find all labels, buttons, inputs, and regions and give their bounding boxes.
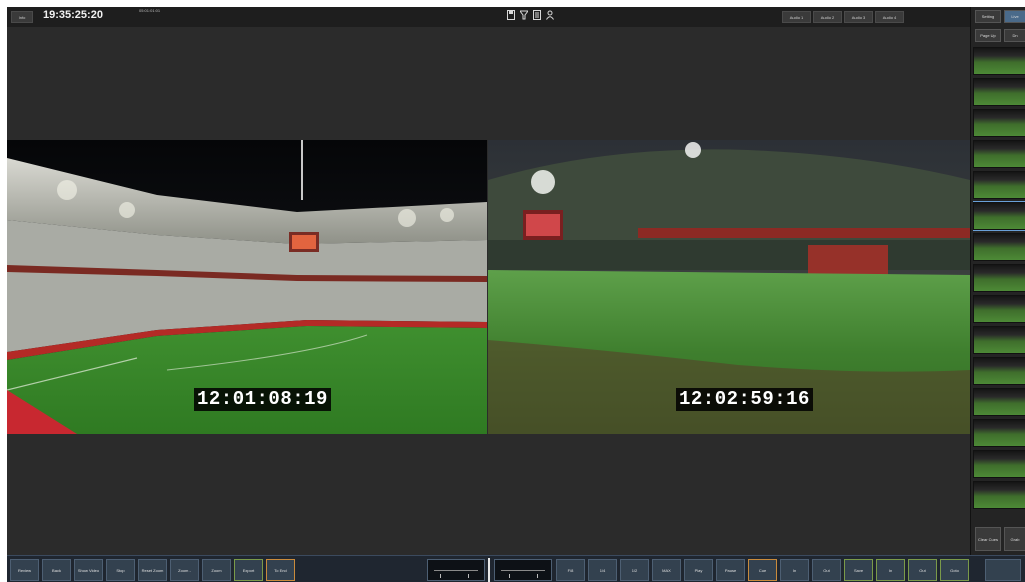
audio-1-button[interactable]: Audio 1 [782, 11, 811, 23]
save-clip-button[interactable]: Save [844, 559, 873, 581]
audio-4-button[interactable]: Audio 4 [875, 11, 904, 23]
clip-thumbnail[interactable] [973, 201, 1025, 231]
system-clock: 19:35:25:20 [43, 9, 103, 21]
speed-f8-button[interactable]: F/8 [556, 559, 585, 581]
jog-shuttle-right[interactable] [494, 559, 552, 581]
filter-icon[interactable] [519, 10, 529, 21]
reset-zoom-button[interactable]: Reset Zoom [138, 559, 167, 581]
audio-button-group: Audio 1 Audio 2 Audio 3 Audio 4 [782, 11, 904, 23]
page-up-button[interactable]: Page Up [975, 29, 1001, 42]
letterbox-top [7, 27, 970, 140]
speed-half-button[interactable]: 1/2 [620, 559, 649, 581]
clip-panel: Setting Live Page Up Dn Clear Cues Grab [970, 7, 1025, 555]
clip-thumbnail[interactable] [973, 326, 1025, 354]
clip-thumbnail[interactable] [973, 388, 1025, 416]
clip-thumbnail-list [973, 47, 1025, 517]
zoom-in-button[interactable]: Zoom [202, 559, 231, 581]
out-button[interactable]: Out [812, 559, 841, 581]
clip-thumbnail[interactable] [973, 140, 1025, 168]
clip-thumbnail[interactable] [973, 450, 1025, 478]
review-button[interactable]: Review [10, 559, 39, 581]
setting-button[interactable]: Setting [975, 10, 1001, 23]
clip-thumbnail[interactable] [973, 295, 1025, 323]
grab-button[interactable]: Grab [1004, 527, 1025, 551]
clip-thumbnail[interactable] [973, 481, 1025, 509]
jog-separator [488, 558, 490, 582]
page-down-button[interactable]: Dn [1004, 29, 1025, 42]
camera-view-right[interactable]: 12:02:59:16 [488, 140, 970, 434]
clip-thumbnail[interactable] [973, 47, 1025, 75]
clip-thumbnail[interactable] [973, 233, 1025, 261]
export-button[interactable]: Export [234, 559, 263, 581]
jog-scale [501, 570, 545, 571]
camera-view-left[interactable]: 12:01:08:19 [7, 140, 487, 434]
in-button[interactable]: In [780, 559, 809, 581]
clip-thumbnail[interactable] [973, 264, 1025, 292]
jog-scale [434, 570, 478, 571]
pause-button[interactable]: Pause [716, 559, 745, 581]
speed-quarter-button[interactable]: 1/4 [588, 559, 617, 581]
stop-button[interactable]: Stop [106, 559, 135, 581]
clip-thumbnail[interactable] [973, 78, 1025, 106]
center-icon-group [507, 10, 554, 21]
jog-tick [468, 574, 469, 578]
play-button[interactable]: Play [684, 559, 713, 581]
jog-tick [440, 574, 441, 578]
clip-thumbnail[interactable] [973, 419, 1025, 447]
to-end-button[interactable]: To End [266, 559, 295, 581]
letterbox-bottom [7, 434, 970, 555]
right-timecode: 12:02:59:16 [676, 388, 813, 411]
save-icon[interactable] [507, 10, 515, 21]
audio-2-button[interactable]: Audio 2 [813, 11, 842, 23]
replay-app: Info 19:35:25:20 05:01:01:01 Audio 1 Aud… [7, 7, 1025, 582]
jog-tick [509, 574, 510, 578]
show-video-button[interactable]: Show Video [74, 559, 103, 581]
clip-thumbnail[interactable] [973, 109, 1025, 137]
live-tab[interactable]: Live [1004, 10, 1025, 23]
sub-clock: 05:01:01:01 [139, 8, 161, 13]
goto-button[interactable]: Goto [940, 559, 969, 581]
mark-in-button[interactable]: In [876, 559, 905, 581]
info-button[interactable]: Info [11, 11, 33, 23]
audio-3-button[interactable]: Audio 3 [844, 11, 873, 23]
jog-shuttle-left[interactable] [427, 559, 485, 581]
zoom-out-button[interactable]: Zoom - [170, 559, 199, 581]
mark-out-button[interactable]: Out [908, 559, 937, 581]
top-bar: Info 19:35:25:20 05:01:01:01 Audio 1 Aud… [7, 7, 970, 27]
clip-thumbnail[interactable] [973, 171, 1025, 199]
back-button[interactable]: Back [42, 559, 71, 581]
clip-thumbnail[interactable] [973, 357, 1025, 385]
cue-button[interactable]: Cue [748, 559, 777, 581]
jog-tick [537, 574, 538, 578]
user-icon[interactable] [546, 10, 554, 21]
toolbar-spare-button[interactable] [985, 559, 1021, 581]
speed-max-button[interactable]: MAX [652, 559, 681, 581]
list-icon[interactable] [533, 10, 541, 21]
left-timecode: 12:01:08:19 [194, 388, 331, 411]
clear-cues-button[interactable]: Clear Cues [975, 527, 1001, 551]
bottom-toolbar: Review Back Show Video Stop Reset Zoom Z… [7, 555, 1025, 582]
